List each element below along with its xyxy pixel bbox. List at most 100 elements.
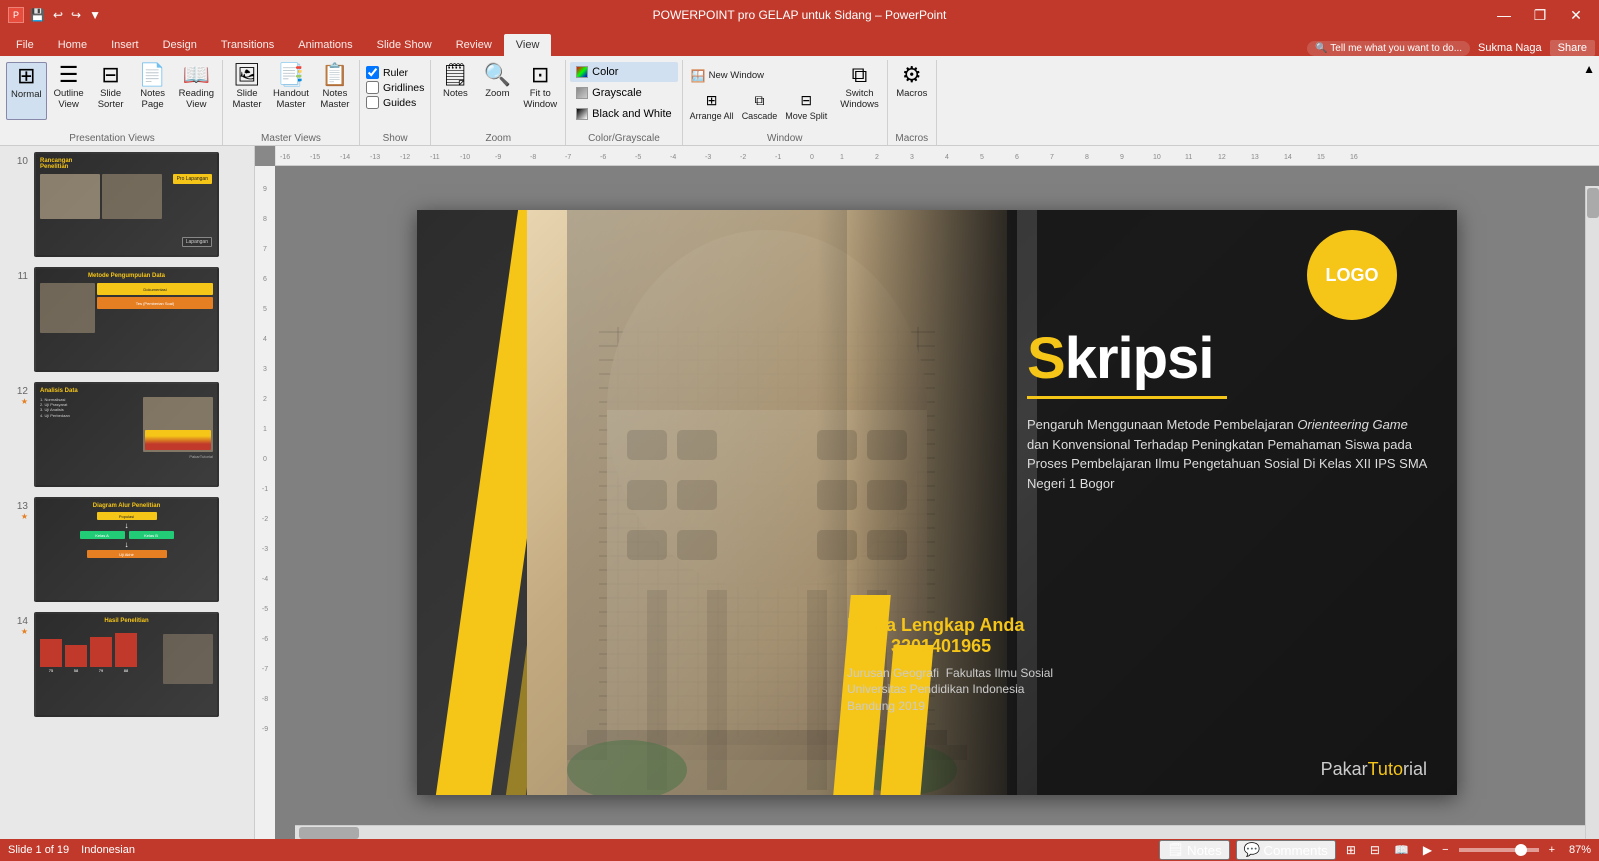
outline-view-btn[interactable]: ☰ OutlineView: [49, 62, 89, 120]
notes-master-btn[interactable]: 📋 NotesMaster: [315, 62, 355, 120]
svg-text:9: 9: [1120, 154, 1124, 161]
minimize-btn[interactable]: —: [1489, 1, 1519, 29]
tab-file[interactable]: File: [4, 34, 46, 56]
scroll-thumb-h[interactable]: [299, 827, 359, 839]
normal-view-status-btn[interactable]: ⊞: [1342, 843, 1360, 857]
svg-text:3: 3: [910, 154, 914, 161]
scroll-horizontal[interactable]: [295, 825, 1585, 839]
outline-icon: ☰: [59, 64, 79, 86]
tab-review[interactable]: Review: [444, 34, 504, 56]
color-buttons: Color Grayscale Black and White: [570, 62, 677, 124]
svg-text:-10: -10: [460, 154, 470, 161]
svg-text:-3: -3: [262, 546, 268, 553]
slide-item-10[interactable]: 10 Rancangan Penelitian Pro Lapangan Lap…: [4, 150, 250, 259]
tab-view[interactable]: View: [504, 34, 552, 56]
notes-status-btn[interactable]: 🗒 Notes: [1159, 840, 1230, 860]
zoom-icon: 🔍: [484, 64, 511, 86]
switch-windows-btn[interactable]: ⧉ SwitchWindows: [836, 62, 883, 120]
slideshow-view-status-btn[interactable]: ▶: [1419, 843, 1436, 857]
quick-undo-btn[interactable]: ↩: [51, 6, 65, 24]
svg-text:15: 15: [1317, 154, 1325, 161]
svg-text:-6: -6: [262, 636, 268, 643]
share-btn[interactable]: Share: [1550, 40, 1595, 56]
tab-animations[interactable]: Animations: [286, 34, 364, 56]
zoom-plus[interactable]: +: [1549, 844, 1555, 856]
zoom-thumb[interactable]: [1515, 844, 1527, 856]
slide-thumb-11[interactable]: Metode Pengumpulan Data Dokumentasi Tes …: [34, 267, 219, 372]
cascade-btn[interactable]: ⧉ Cascade: [739, 92, 781, 120]
notes-btn-label: Notes: [443, 88, 468, 99]
svg-text:13: 13: [1251, 154, 1259, 161]
tell-me-input[interactable]: 🔍 Tell me what you want to do...: [1307, 41, 1470, 56]
zoom-slider[interactable]: [1459, 848, 1539, 852]
slide-master-btn[interactable]: 🖼 SlideMaster: [227, 62, 267, 120]
close-btn[interactable]: ✕: [1561, 1, 1591, 29]
slide-panel[interactable]: 10 Rancangan Penelitian Pro Lapangan Lap…: [0, 146, 255, 839]
slide-item-12[interactable]: 12 ★ Analisis Data 1. Normalisasi 2. Uji…: [4, 380, 250, 489]
notes-page-btn[interactable]: 📄 NotesPage: [133, 62, 173, 120]
normal-view-btn[interactable]: ⊞ Normal: [6, 62, 47, 120]
reading-view-status-btn[interactable]: 📖: [1390, 843, 1413, 857]
quick-redo-btn[interactable]: ↪: [69, 6, 83, 24]
color-btn[interactable]: Color: [570, 62, 677, 82]
customize-qa-btn[interactable]: ▼: [87, 6, 103, 24]
window-group-label: Window: [687, 131, 883, 145]
fit-to-window-btn[interactable]: ⊡ Fit toWindow: [519, 62, 561, 120]
notes-page-icon: 📄: [139, 64, 166, 86]
svg-text:3: 3: [263, 366, 267, 373]
quick-save-btn[interactable]: 💾: [28, 6, 47, 24]
arrange-all-btn[interactable]: ⊞ Arrange All: [687, 92, 737, 120]
scroll-vertical[interactable]: [1585, 186, 1599, 839]
slide-display[interactable]: LOGO Skripsi Pengaruh Menggunaan Metode …: [417, 210, 1457, 795]
comments-status-btn[interactable]: 💬 Comments: [1236, 840, 1336, 860]
slide-thumb-14[interactable]: Hasil Penelitian 75 58 79 88: [34, 612, 219, 717]
svg-text:12: 12: [1218, 154, 1226, 161]
zoom-btn[interactable]: 🔍 Zoom: [477, 62, 517, 120]
tab-transitions[interactable]: Transitions: [209, 34, 286, 56]
maximize-btn[interactable]: ❐: [1525, 1, 1555, 29]
slide-thumb-13[interactable]: Diagram Alur Penelitian Populasi ↓ Kelas…: [34, 497, 219, 602]
comments-status-label: Comments: [1263, 843, 1327, 858]
new-window-btn[interactable]: 🪟 New Window: [687, 62, 831, 90]
zoom-minus[interactable]: −: [1442, 844, 1448, 856]
show-options: Ruler Gridlines Guides: [364, 62, 426, 113]
svg-text:-1: -1: [775, 154, 781, 161]
color-group-label: Color/Grayscale: [570, 131, 677, 145]
bw-btn[interactable]: Black and White: [570, 104, 677, 124]
scroll-thumb-v[interactable]: [1587, 188, 1599, 218]
tab-insert[interactable]: Insert: [99, 34, 151, 56]
reading-label: ReadingView: [179, 88, 214, 111]
svg-text:-3: -3: [705, 154, 711, 161]
macros-btn[interactable]: ⚙ Macros: [892, 62, 932, 120]
svg-text:5: 5: [263, 306, 267, 313]
title-s: S: [1027, 326, 1065, 391]
handout-master-btn[interactable]: 📑 HandoutMaster: [269, 62, 313, 120]
svg-text:-4: -4: [262, 576, 268, 583]
ribbon-collapse-btn[interactable]: ▲: [1581, 60, 1597, 145]
tab-design[interactable]: Design: [151, 34, 209, 56]
guides-checkbox[interactable]: Guides: [366, 96, 424, 109]
gray-diagonal: [567, 210, 847, 795]
slide-number-10: 10: [8, 152, 28, 167]
slide-thumb-12[interactable]: Analisis Data 1. Normalisasi 2. Uji Pras…: [34, 382, 219, 487]
title-rest: kripsi: [1065, 326, 1214, 391]
slide-item-14[interactable]: 14 ★ Hasil Penelitian 75 58 79: [4, 610, 250, 719]
slide-number-12: 12: [8, 382, 28, 397]
svg-text:-16: -16: [280, 154, 290, 161]
ruler-checkbox[interactable]: Ruler: [366, 66, 424, 79]
tab-home[interactable]: Home: [46, 34, 99, 56]
ribbon: ⊞ Normal ☰ OutlineView ⊟ SlideSorter 📄 N…: [0, 56, 1599, 146]
slide-thumb-10[interactable]: Rancangan Penelitian Pro Lapangan Lapang…: [34, 152, 219, 257]
gridlines-checkbox[interactable]: Gridlines: [366, 81, 424, 94]
notes-btn-ribbon[interactable]: 🗒 Notes: [435, 62, 475, 120]
sorter-view-status-btn[interactable]: ⊟: [1366, 843, 1384, 857]
slide-item-11[interactable]: 11 Metode Pengumpulan Data Dokumentasi T…: [4, 265, 250, 374]
macros-group-label: Macros: [892, 131, 932, 145]
reading-view-btn[interactable]: 📖 ReadingView: [175, 62, 218, 120]
tab-slideshow[interactable]: Slide Show: [365, 34, 444, 56]
slide-sorter-btn[interactable]: ⊟ SlideSorter: [91, 62, 131, 120]
grayscale-btn[interactable]: Grayscale: [570, 83, 677, 103]
app-icon: P: [8, 7, 24, 23]
slide-item-13[interactable]: 13 ★ Diagram Alur Penelitian Populasi ↓ …: [4, 495, 250, 604]
move-split-btn[interactable]: ⊟ Move Split: [782, 92, 830, 120]
